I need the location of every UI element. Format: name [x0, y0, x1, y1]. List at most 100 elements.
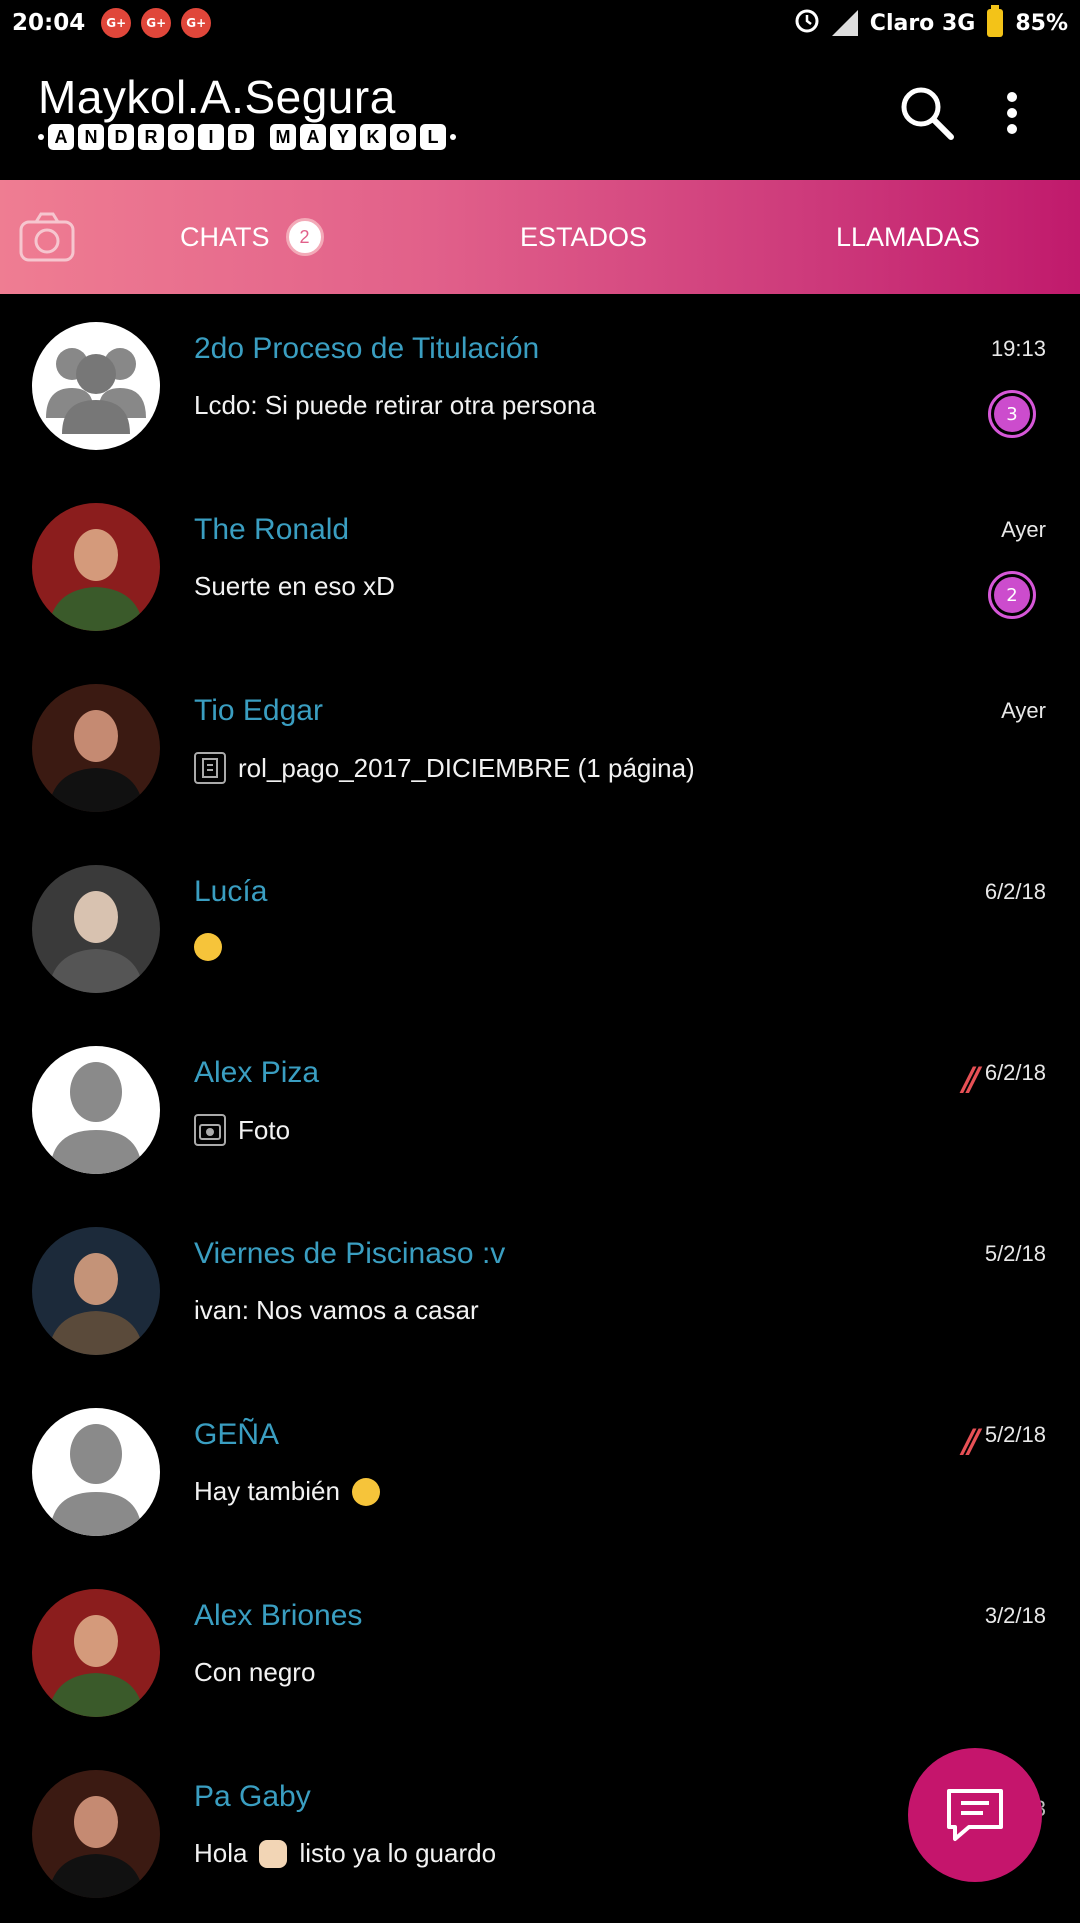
chat-last-message [194, 933, 234, 961]
tab-llamadas-label: LLAMADAS [836, 221, 981, 252]
subtitle-letter: L [420, 124, 446, 150]
chat-row[interactable]: The Ronald Ayer Suerte en eso xD 2 [0, 475, 1080, 656]
chat-time: 19:13 [990, 336, 1046, 361]
more-options-button[interactable] [992, 78, 1032, 148]
chat-row[interactable]: Viernes de Piscinaso :v 5/2/18 ivan: Nos v… [0, 1199, 1080, 1380]
chats-count-badge: 2 [285, 218, 324, 256]
avatar[interactable] [32, 1589, 160, 1717]
chat-time: 6/2/18 [984, 879, 1046, 904]
app-subtitle: ANDROIDMAYKOL [38, 124, 456, 150]
chat-name: The Ronald [194, 513, 350, 546]
chat-row[interactable]: 2do Proceso de Titulación 19:13 Lcdo: Si p… [0, 294, 1080, 475]
subtitle-dot [450, 134, 456, 140]
avatar[interactable] [32, 684, 160, 812]
gplus-notification-icon: G+ [181, 8, 212, 38]
signal-icon [831, 10, 858, 36]
chat-time: 5/2/18 [984, 1241, 1046, 1266]
message-prefix: Hola [194, 1838, 248, 1868]
camera-tab[interactable] [18, 210, 76, 264]
status-bar: 20:04 G+ G+ G+ Claro 3G 85% [0, 0, 1080, 46]
subtitle-letter: K [360, 124, 386, 150]
subtitle-letter: N [78, 124, 104, 150]
search-icon [901, 87, 954, 140]
chat-row[interactable]: Alex Briones 3/2/18 Con negro [0, 1561, 1080, 1742]
raised-hand-emoji-icon [259, 1839, 288, 1868]
chat-last-message: rol_pago_2017_DICIEMBRE (1 página) [194, 752, 695, 784]
message-text: ivan: Nos vamos a casar [194, 1295, 479, 1325]
delivery-marker: // [962, 1060, 981, 1098]
avatar[interactable] [32, 322, 160, 450]
clock: 20:04 [12, 10, 86, 36]
chat-name: Alex Piza [194, 1056, 320, 1089]
app-bar: Maykol.A.Segura ANDROIDMAYKOL [0, 46, 1080, 180]
camera-icon [194, 1114, 226, 1146]
unread-count: 3 [994, 396, 1030, 432]
tab-chats[interactable]: CHATS 2 [180, 180, 324, 294]
avatar[interactable] [32, 865, 160, 993]
subtitle-letter: A [48, 124, 74, 150]
tab-chats-label: CHATS [180, 221, 270, 252]
message-text: Hay también [194, 1476, 340, 1506]
new-chat-button[interactable] [908, 1748, 1042, 1882]
subtitle-letter: A [300, 124, 326, 150]
battery-percent: 85% [1015, 10, 1068, 36]
camera-icon [19, 212, 75, 262]
chat-last-message: Hola listo ya lo guardo [194, 1838, 496, 1869]
more-vert-icon [1007, 92, 1017, 134]
chat-last-message: ivan: Nos vamos a casar [194, 1295, 479, 1326]
subtitle-letter: D [108, 124, 134, 150]
battery-icon [987, 5, 1004, 37]
chat-time: Ayer [1001, 517, 1046, 542]
tab-estados[interactable]: ESTADOS [520, 180, 647, 294]
avatar[interactable] [32, 1046, 160, 1174]
alarm-icon [794, 7, 820, 39]
chat-last-message: Con negro [194, 1657, 315, 1688]
chat-name: Tio Edgar [194, 694, 323, 727]
chat-time: 3/2/18 [984, 1603, 1046, 1628]
subtitle-letter: O [168, 124, 194, 150]
search-button[interactable] [892, 78, 962, 148]
avatar[interactable] [32, 1408, 160, 1536]
subtitle-letter: D [228, 124, 254, 150]
chat-name: Alex Briones [194, 1599, 363, 1632]
chat-time: 6/2/18 [984, 1060, 1046, 1085]
chat-last-message: Lcdo: Si puede retirar otra persona [194, 390, 596, 421]
grin-emoji-icon [351, 1477, 380, 1506]
document-icon [194, 752, 226, 784]
carrier-label: Claro 3G [869, 10, 976, 36]
subtitle-letter: O [390, 124, 416, 150]
avatar[interactable] [32, 503, 160, 631]
chat-name: GEÑA [194, 1418, 280, 1451]
app-title: Maykol.A.Segura [38, 71, 396, 123]
chat-row[interactable]: Tio Edgar Ayer rol_pago_2017_DICIEMBRE (1 … [0, 656, 1080, 837]
subtitle-letter: I [198, 124, 224, 150]
chat-time: Ayer [1001, 698, 1046, 723]
message-text: Lcdo: Si puede retirar otra persona [194, 390, 596, 420]
subtitle-letter: M [270, 124, 296, 150]
status-left: 20:04 G+ G+ G+ [12, 8, 212, 38]
message-text: Con negro [194, 1657, 316, 1687]
subtitle-letter: Y [330, 124, 356, 150]
chat-row[interactable]: Lucía 6/2/18 [0, 837, 1080, 1018]
chat-row[interactable]: Alex Piza //6/2/18 Foto [0, 1018, 1080, 1199]
chat-name: Pa Gaby [194, 1780, 311, 1813]
delivery-marker: // [962, 1422, 981, 1460]
message-text: listo ya lo guardo [299, 1838, 497, 1868]
subtitle-letter: R [138, 124, 164, 150]
tab-estados-label: ESTADOS [520, 221, 648, 252]
message-text: Foto [238, 1114, 291, 1145]
tab-bar: CHATS 2 ESTADOS LLAMADAS [0, 180, 1080, 294]
tab-llamadas[interactable]: LLAMADAS [836, 180, 980, 294]
avatar[interactable] [32, 1770, 160, 1898]
chat-row[interactable]: GEÑA //5/2/18 Hay también [0, 1380, 1080, 1561]
chat-last-message: Suerte en eso xD [194, 571, 395, 602]
status-right: Claro 3G 85% [794, 5, 1068, 39]
chat-name: 2do Proceso de Titulación [194, 332, 540, 365]
chat-last-message: Foto [194, 1114, 290, 1146]
unread-badge: 2 [988, 571, 1036, 619]
unread-count: 2 [994, 577, 1030, 613]
avatar[interactable] [32, 1227, 160, 1355]
unread-badge: 3 [988, 390, 1036, 438]
message-text: Suerte en eso xD [194, 571, 395, 601]
chat-name: Lucía [194, 875, 268, 908]
